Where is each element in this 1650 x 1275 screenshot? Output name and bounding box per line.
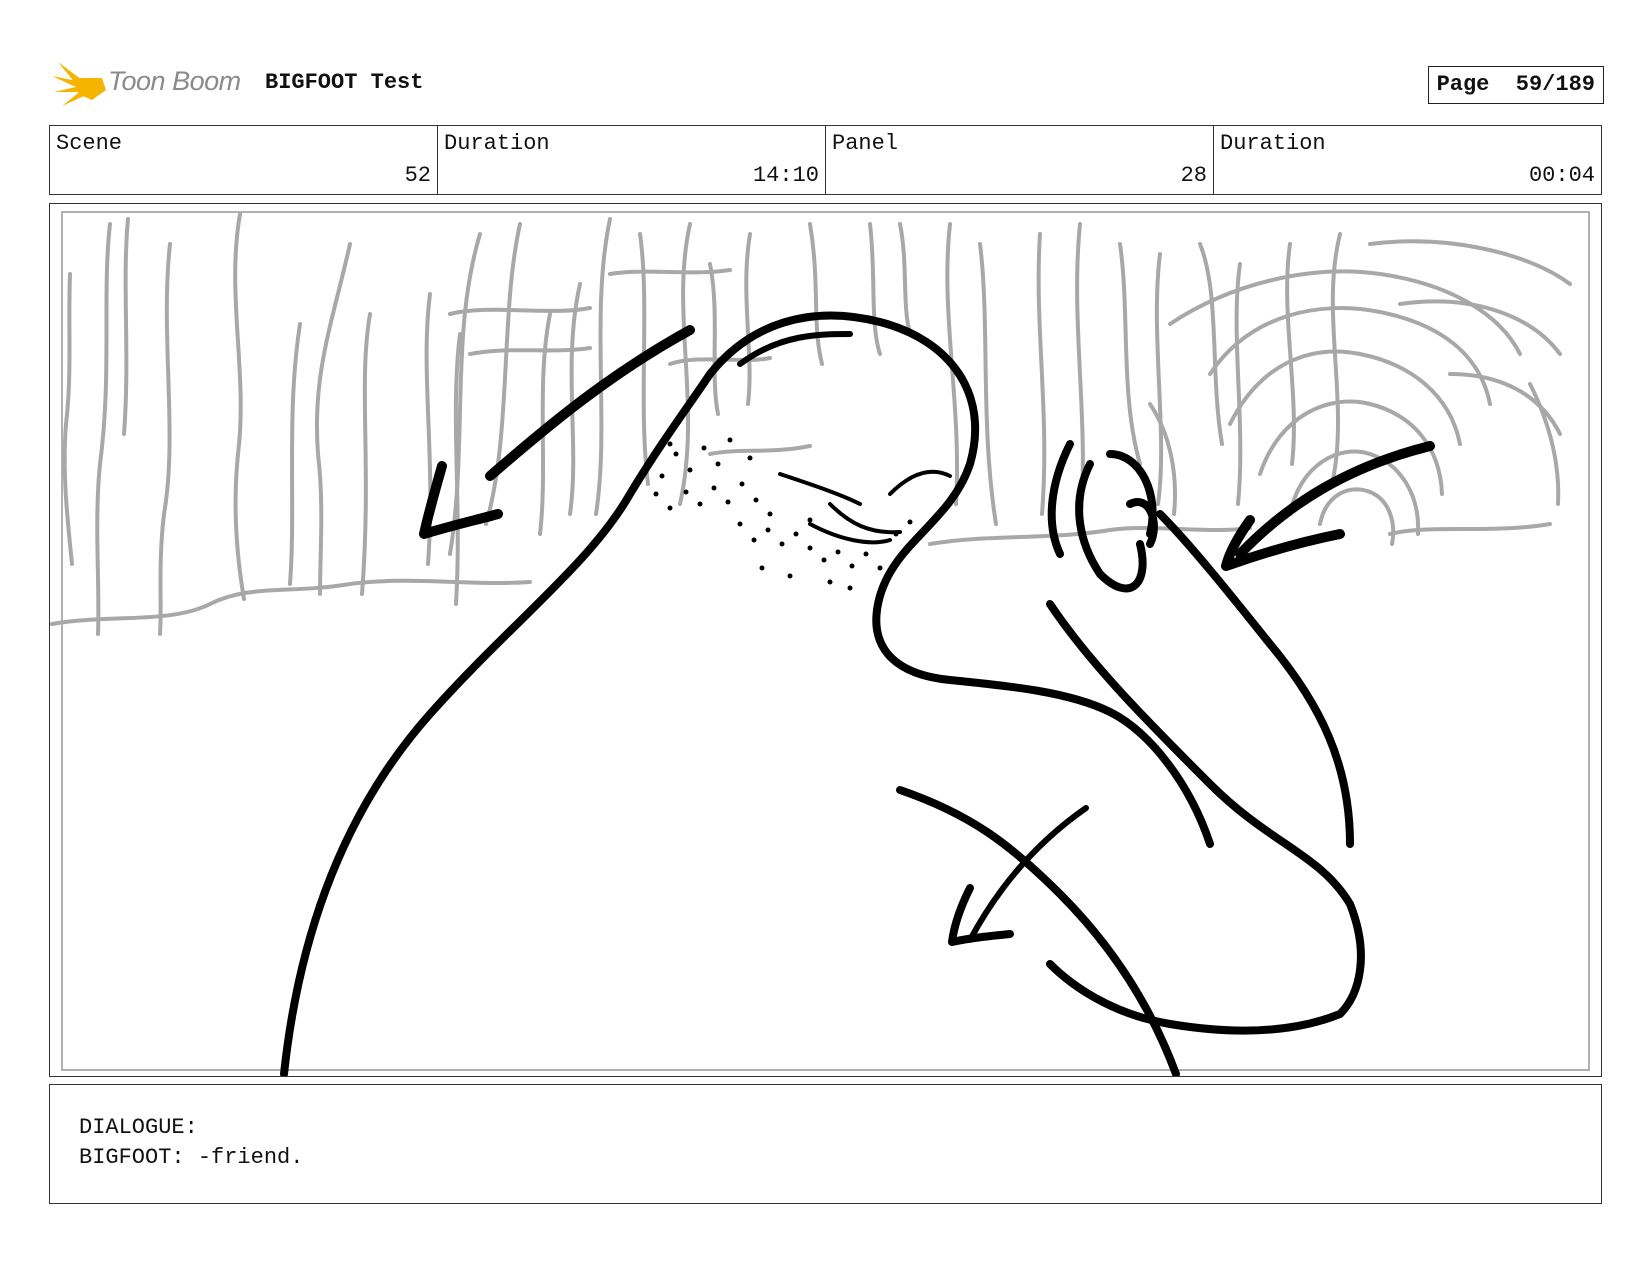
panel-duration-cell: Duration 00:04	[1214, 126, 1601, 194]
dialogue-line: BIGFOOT: -friend.	[79, 1145, 304, 1170]
motion-arrows	[419, 325, 1435, 946]
page-number: 59/189	[1515, 72, 1595, 97]
panel-label: Panel	[832, 131, 899, 156]
toon-boom-logo: Toon Boom	[52, 56, 252, 112]
scene-duration-cell: Duration 14:10	[438, 126, 826, 194]
storyboard-panel	[49, 203, 1602, 1077]
project-title: BIGFOOT Test	[265, 70, 424, 95]
logo-text: Toon Boom	[108, 66, 241, 96]
page-header: Toon Boom BIGFOOT Test Page 59/189	[52, 56, 1604, 112]
forest-background-sketch	[50, 212, 1572, 636]
scene-label: Scene	[56, 131, 123, 156]
dialogue-box: DIALOGUE: BIGFOOT: -friend.	[49, 1084, 1602, 1204]
star-burst-icon	[52, 62, 106, 106]
panel-drawing	[50, 211, 1590, 1076]
dialogue-heading: DIALOGUE:	[79, 1115, 198, 1140]
scene-duration-label: Duration	[444, 131, 550, 156]
panel-value: 28	[1180, 163, 1207, 188]
scene-info-table: Scene 52 Duration 14:10 Panel 28 Duratio…	[49, 125, 1602, 195]
page-label: Page	[1436, 72, 1490, 97]
scene-duration-value: 14:10	[752, 163, 819, 188]
panel-cell: Panel 28	[826, 126, 1214, 194]
panel-duration-value: 00:04	[1528, 163, 1595, 188]
bigfoot-character-sketch	[280, 311, 1365, 1076]
scene-cell: Scene 52	[50, 126, 438, 194]
scene-value: 52	[404, 163, 431, 188]
panel-duration-label: Duration	[1220, 131, 1326, 156]
page-indicator: Page 59/189	[1427, 66, 1604, 104]
arrowhead-right	[1221, 515, 1345, 571]
